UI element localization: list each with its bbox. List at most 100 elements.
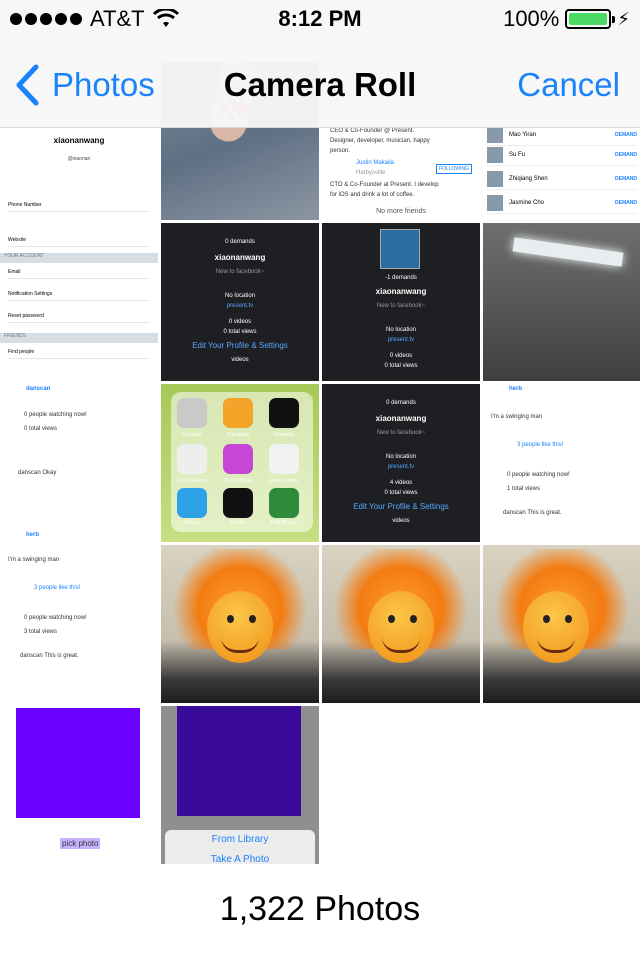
photo-thumbnail[interactable]: -1 demands xiaonanwang New to facebook~ … bbox=[322, 223, 480, 381]
screenshot-text: danscan Okay bbox=[18, 470, 57, 476]
screenshot-text: 0 total views bbox=[384, 490, 418, 496]
photo-thumbnail[interactable]: pick photo bbox=[0, 706, 158, 864]
screenshot-section: FRIENDS bbox=[0, 333, 158, 343]
photo-thumbnail[interactable]: From Library Take A Photo bbox=[161, 706, 319, 864]
screenshot-text: videos bbox=[231, 357, 249, 363]
list-item: Su Fu DEMAND bbox=[487, 144, 637, 166]
photo-thumbnail[interactable]: Contacts Calculator Compass Voice Memos … bbox=[161, 384, 319, 542]
photo-thumbnail[interactable] bbox=[322, 545, 480, 703]
app-label: iTunes Store bbox=[223, 478, 253, 484]
screenshot-text: videos bbox=[392, 518, 410, 524]
app-label: Compass bbox=[273, 432, 295, 438]
screenshot-text: herb bbox=[26, 532, 40, 538]
card-text: person. bbox=[330, 148, 351, 154]
screenshot-text: 0 total views bbox=[223, 329, 257, 335]
charging-bolt-icon: ⚡ bbox=[617, 8, 630, 29]
screenshot-text: 0 videos bbox=[389, 353, 413, 359]
screenshot-text: present.tv bbox=[387, 464, 415, 470]
footer: 1,322 Photos bbox=[0, 870, 640, 960]
screenshot-text: danscan This is great. bbox=[20, 653, 79, 659]
screenshot-text: Edit Your Profile & Settings bbox=[192, 341, 288, 350]
status-right: 100% ⚡ bbox=[503, 6, 630, 32]
card-text: Designer, developer, musician, happy bbox=[330, 138, 430, 144]
app-label: Game Center bbox=[268, 478, 299, 484]
purple-square bbox=[16, 708, 140, 818]
app-label: Voice Memos bbox=[176, 478, 207, 484]
screenshot-text: present.tv bbox=[387, 337, 415, 343]
app-label: Videos bbox=[184, 520, 200, 526]
photo-thumbnail[interactable]: danscan 0 people watching now! 0 total v… bbox=[0, 384, 158, 542]
screenshot-text: 0 people watching now! bbox=[507, 472, 570, 478]
screenshot-text: herb bbox=[509, 386, 523, 392]
navigation-bar: Photos Camera Roll Cancel bbox=[0, 40, 640, 128]
screenshot-text: xiaonanwang bbox=[214, 253, 266, 262]
screenshot-text: xiaonanwang bbox=[375, 414, 427, 423]
photo-thumbnail[interactable]: Website YOUR ACCOUNT Email Notification … bbox=[0, 223, 158, 381]
battery-icon bbox=[565, 9, 616, 29]
screenshot-text: From Library bbox=[211, 834, 269, 845]
card-text: CTO & Co-Founder at Present. I develop bbox=[330, 182, 439, 188]
screenshot-text: New to facebook~ bbox=[376, 303, 426, 309]
empty-cell bbox=[483, 706, 640, 864]
photo-thumbnail[interactable]: 0 demands xiaonanwang New to facebook~ N… bbox=[161, 223, 319, 381]
cancel-button[interactable]: Cancel bbox=[517, 66, 620, 104]
screenshot-text: 1 total views bbox=[507, 486, 541, 492]
screenshot-row: Email bbox=[8, 269, 150, 279]
photo-thumbnail[interactable] bbox=[483, 545, 640, 703]
app-label: Find iPhone bbox=[270, 520, 298, 526]
screenshot-text: 0 people watching now! bbox=[24, 615, 87, 621]
screenshot-text: 3 people like this! bbox=[34, 585, 81, 591]
screenshot-row: Website bbox=[8, 237, 150, 247]
photo-thumbnail[interactable] bbox=[161, 545, 319, 703]
status-bar: AT&T 8:12 PM 100% ⚡ bbox=[0, 0, 640, 40]
battery-percentage: 100% bbox=[503, 6, 560, 31]
photo-thumbnail[interactable]: herb I'm a swinging man 3 people like th… bbox=[483, 384, 640, 542]
ceiling-light bbox=[512, 237, 624, 267]
screenshot-text: present.tv bbox=[226, 303, 254, 309]
screenshot-text: 0 total views bbox=[384, 363, 418, 369]
card-text: for iOS and drink a lot of coffee. bbox=[330, 192, 415, 198]
photo-thumbnail[interactable]: I'm a swinging man 3 people like this! 0… bbox=[0, 545, 158, 703]
screenshot-text: 0 total views bbox=[24, 426, 58, 432]
app-label: Calculator bbox=[226, 432, 250, 438]
screenshot-text: 0 demands bbox=[225, 239, 255, 245]
list-item: Jasmine Cho DEMAND bbox=[487, 192, 637, 214]
screenshot-handle: @xiaonan bbox=[67, 156, 91, 162]
app-label: Contacts bbox=[182, 432, 202, 438]
screenshot-text: I'm a swinging man bbox=[491, 414, 543, 420]
card-text: No more friends bbox=[376, 208, 426, 215]
screenshot-text: -1 demands bbox=[385, 275, 417, 281]
screenshot-text: 3 people like this! bbox=[517, 442, 564, 448]
screenshot-text: Edit Your Profile & Settings bbox=[353, 502, 449, 511]
purple-square bbox=[177, 706, 301, 816]
screenshot-text: 0 people watching now! bbox=[24, 412, 87, 418]
screenshot-row: Reset password bbox=[8, 313, 150, 323]
screenshot-text: No location bbox=[385, 454, 417, 460]
screenshot-text: No location bbox=[224, 293, 256, 299]
screenshot-text: I'm a swinging man bbox=[8, 557, 60, 563]
empty-cell bbox=[322, 706, 480, 864]
card-follow-badge: FOLLOWING bbox=[435, 164, 472, 174]
screenshot-row: Notification Settings bbox=[8, 291, 150, 301]
screenshot-text: 3 total views bbox=[24, 629, 58, 635]
screenshot-name: xiaonanwang bbox=[53, 136, 105, 145]
card-text: CEO & Co-Founder @ Present. bbox=[330, 128, 415, 134]
photo-thumbnail[interactable] bbox=[483, 223, 640, 381]
screenshot-text: 4 videos bbox=[389, 480, 413, 486]
screenshot-row: Find people bbox=[8, 349, 150, 359]
screenshot-text: New to facebook~ bbox=[215, 269, 265, 275]
screenshot-section: YOUR ACCOUNT bbox=[0, 253, 158, 263]
screenshot-text: 0 demands bbox=[386, 400, 416, 406]
screenshot-text: pick photo bbox=[60, 838, 101, 849]
photo-grid: xiaonanwang @xiaonan Phone Number CEO & … bbox=[0, 62, 640, 864]
app-label: Stocks bbox=[230, 520, 246, 526]
screenshot-text: New to facebook~ bbox=[376, 430, 426, 436]
screenshot-text: No location bbox=[385, 327, 417, 333]
screenshot-phone: Phone Number bbox=[8, 202, 150, 212]
photo-thumbnail[interactable]: 0 demands xiaonanwang New to facebook~ N… bbox=[322, 384, 480, 542]
screenshot-text: Take A Photo bbox=[210, 854, 270, 864]
screenshot-text: danscan bbox=[26, 386, 51, 392]
screenshot-text: danscan This is great. bbox=[503, 510, 562, 516]
screenshot-text: xiaonanwang bbox=[375, 287, 427, 296]
photo-count: 1,322 Photos bbox=[219, 890, 421, 928]
